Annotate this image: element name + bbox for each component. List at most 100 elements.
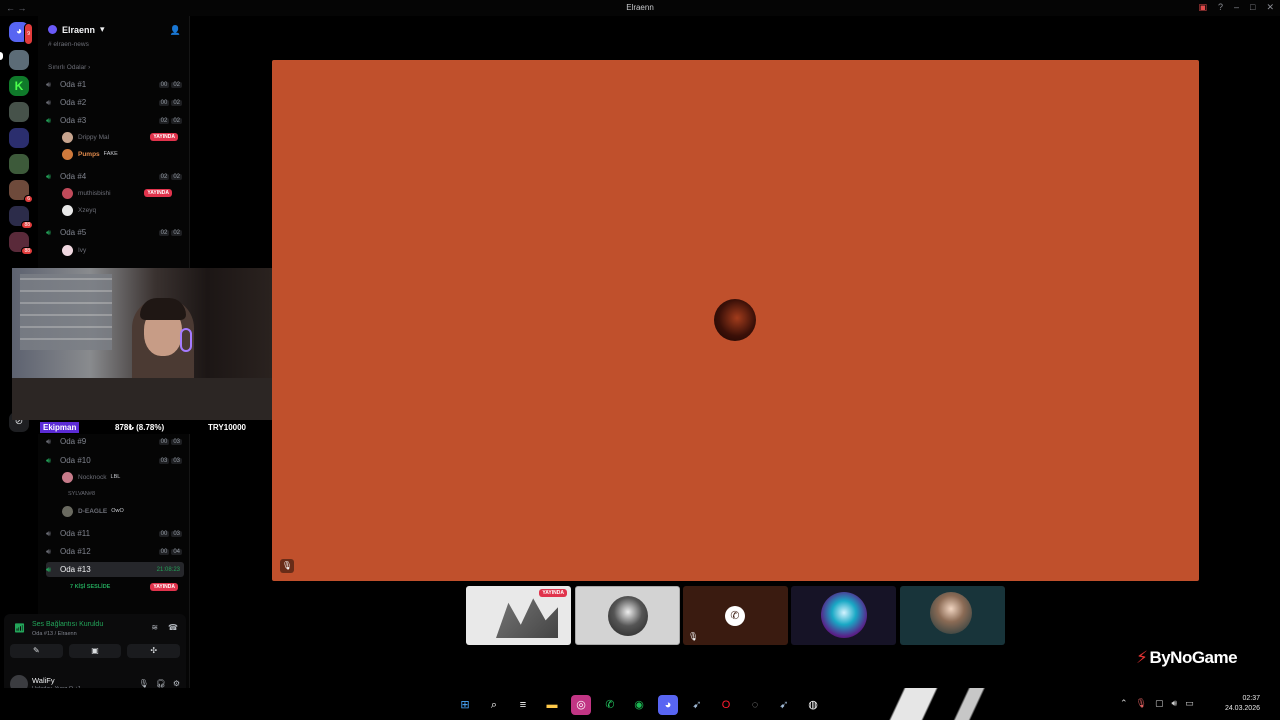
voice-user[interactable]: muthisbishi YAYINDA bbox=[62, 186, 186, 200]
clock-time: 02:37 bbox=[1242, 695, 1260, 702]
category-header[interactable]: Sınırlı Odalar › bbox=[48, 64, 90, 71]
steam-icon[interactable]: ➹ bbox=[774, 695, 794, 715]
ticker-brand: Ekipman bbox=[40, 421, 80, 433]
steam-icon[interactable]: ➹ bbox=[687, 695, 707, 715]
participant-tile[interactable]: ✆ 🎙︎ bbox=[683, 586, 788, 645]
title-bar: ← → Elraenn ▣ ? – □ ✕ bbox=[0, 0, 1280, 16]
count: 00 bbox=[158, 530, 170, 537]
server-name: Elraenn bbox=[62, 24, 96, 35]
server-icon[interactable] bbox=[9, 154, 29, 174]
server-icon[interactable]: 88 bbox=[9, 232, 33, 255]
discord-home-icon[interactable]: ◕ 9 bbox=[9, 22, 33, 45]
watermark-logo: ⚡ ByNoGame bbox=[1136, 648, 1238, 668]
channel-label: Oda #4 bbox=[60, 172, 87, 181]
screen-share-button[interactable]: ▣ bbox=[68, 644, 122, 658]
voice-user[interactable]: Xzeyq bbox=[62, 203, 186, 217]
microphone-icon[interactable]: 🎙︎ bbox=[1136, 698, 1147, 709]
voice-status[interactable]: Ses Bağlantısı Kuruldu bbox=[32, 621, 103, 628]
user-name: muthisbishi bbox=[78, 189, 111, 197]
voice-user[interactable]: Pumps FAKE bbox=[62, 147, 186, 161]
voice-channel-selected[interactable]: 🔊︎ Oda #13 21:08:23 bbox=[46, 562, 184, 577]
taskbar-decoration bbox=[850, 688, 1050, 720]
voice-channel[interactable]: 🔊︎ Oda #9 00 03 bbox=[46, 434, 184, 449]
server-icon[interactable] bbox=[9, 102, 29, 122]
chevron-up-icon[interactable]: ⌃ bbox=[1120, 698, 1128, 709]
participant-tile[interactable]: YAYINDA bbox=[466, 586, 571, 645]
opera-icon[interactable]: O bbox=[716, 695, 736, 715]
minimize-button[interactable]: – bbox=[1234, 2, 1239, 13]
gear-icon[interactable]: ⚙ bbox=[173, 679, 180, 688]
noise-suppression-icon[interactable]: ≋ bbox=[151, 623, 158, 632]
channel-news[interactable]: # elraen-news bbox=[48, 41, 89, 48]
voice-channel[interactable]: 🔊︎ Oda #2 00 02 bbox=[46, 95, 184, 110]
battery-icon[interactable]: ▭ bbox=[1185, 698, 1194, 709]
voice-channel[interactable]: 🔊︎ Oda #12 00 04 bbox=[46, 544, 184, 559]
headphones-icon[interactable]: 🎧︎ bbox=[156, 679, 166, 688]
close-button[interactable]: ✕ bbox=[1266, 2, 1274, 13]
file-explorer-icon[interactable]: ▬ bbox=[542, 695, 562, 715]
camera-off-button[interactable]: ✎ bbox=[10, 644, 63, 658]
participant-tile[interactable] bbox=[900, 586, 1005, 645]
server-icon[interactable]: K bbox=[9, 76, 29, 96]
maximize-button[interactable]: □ bbox=[1250, 2, 1255, 13]
window-controls: ▣ ? – □ ✕ bbox=[1198, 2, 1274, 13]
server-icon[interactable] bbox=[9, 50, 29, 70]
limit: 02 bbox=[171, 229, 182, 236]
speaker-icon: 🔊︎ bbox=[46, 97, 52, 107]
participant-tile[interactable] bbox=[791, 586, 896, 645]
help-icon[interactable]: ? bbox=[1218, 2, 1223, 13]
limit: 03 bbox=[171, 438, 182, 445]
channel-label: Oda #12 bbox=[60, 547, 91, 556]
clock[interactable]: 02:37 24.03.2026 bbox=[1225, 694, 1260, 714]
avatar bbox=[62, 187, 73, 199]
discord-icon[interactable]: ◕ bbox=[658, 695, 678, 715]
disconnect-icon[interactable]: ☎ bbox=[168, 623, 178, 632]
user-tag: FAKE bbox=[103, 151, 118, 157]
voice-user[interactable]: Drippy Mal YAYINDA bbox=[62, 130, 186, 144]
voice-channel[interactable]: 🔊︎ Oda #11 00 03 bbox=[46, 526, 184, 541]
voice-user[interactable]: SYLVAN#8 bbox=[68, 487, 192, 501]
streamer-hair bbox=[140, 298, 186, 320]
taskview-icon[interactable]: ≡ bbox=[513, 695, 533, 715]
add-member-icon[interactable]: 👤 bbox=[170, 25, 181, 36]
focused-stream[interactable]: 🎙︎ bbox=[272, 60, 1199, 581]
channel-label: Oda #5 bbox=[60, 228, 87, 237]
voice-channel[interactable]: 🔊︎ Oda #10 03 03 bbox=[46, 453, 184, 468]
voice-users-summary[interactable]: 7 KİŞİ SESLİDE YAYINDA bbox=[70, 580, 194, 594]
count: 03 bbox=[158, 457, 170, 464]
voice-channel[interactable]: 🔊︎ Oda #5 02 02 bbox=[46, 225, 184, 240]
whatsapp-icon[interactable]: ✆ bbox=[600, 695, 620, 715]
participant-tile[interactable] bbox=[575, 586, 680, 645]
limit: 03 bbox=[171, 530, 182, 537]
server-header[interactable]: Elraenn ▾ bbox=[48, 24, 105, 35]
voice-user[interactable]: D-EAGLE OwO bbox=[62, 504, 186, 518]
search-icon[interactable]: ⌕ bbox=[484, 695, 504, 715]
volume-icon[interactable]: 🔊︎ bbox=[1172, 698, 1178, 709]
server-icon[interactable]: 6 bbox=[9, 180, 33, 203]
voice-channel[interactable]: 🔊︎ Oda #1 00 02 bbox=[46, 77, 184, 92]
channel-timer: 21:08:23 bbox=[156, 566, 180, 573]
windows-start-icon[interactable]: ⊞ bbox=[455, 695, 475, 715]
activities-button[interactable]: ✣ bbox=[127, 644, 181, 658]
instagram-icon[interactable]: ◎ bbox=[571, 695, 591, 715]
server-folder-icon[interactable]: 88 bbox=[9, 206, 33, 229]
channel-label: Oda #10 bbox=[60, 456, 91, 465]
inbox-icon[interactable]: ▣ bbox=[1198, 2, 1207, 13]
count: 02 bbox=[158, 229, 170, 236]
mic-off-icon: 🎙︎ bbox=[280, 559, 294, 573]
chrome-icon[interactable]: ◌ bbox=[745, 695, 765, 715]
channel-label: Oda #1 bbox=[60, 80, 87, 89]
voice-channel[interactable]: 🔊︎ Oda #3 02 02 bbox=[46, 113, 184, 128]
obs-icon[interactable]: ◍ bbox=[803, 695, 823, 715]
voice-channel[interactable]: 🔊︎ Oda #4 02 02 bbox=[46, 169, 184, 184]
display-icon[interactable]: ▢ bbox=[1155, 698, 1164, 709]
speaker-icon: 🔊︎ bbox=[46, 528, 52, 538]
server-icon[interactable] bbox=[9, 128, 29, 148]
channel-label: Oda #3 bbox=[60, 116, 87, 125]
microphone-icon[interactable]: 🎙︎ bbox=[139, 679, 149, 688]
user-name: WaliFy bbox=[32, 676, 55, 685]
spotify-icon[interactable]: ◉ bbox=[629, 695, 649, 715]
voice-user[interactable]: Ivy bbox=[62, 243, 186, 257]
limit: 02 bbox=[171, 99, 182, 106]
voice-user[interactable]: Nocknock LBL bbox=[62, 470, 186, 484]
